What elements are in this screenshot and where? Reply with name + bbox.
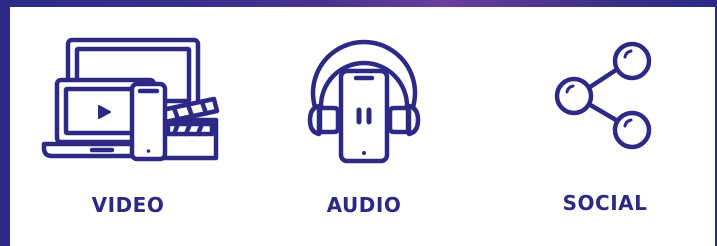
feature-audio: AUDIO (264, 30, 464, 230)
headphones-phone-icon (307, 39, 421, 164)
left-border-band (0, 0, 10, 246)
video-devices-icon (41, 37, 220, 162)
feature-video: VIDEO (28, 30, 228, 230)
feature-social: SOCIAL (505, 30, 705, 230)
feature-label-social: SOCIAL (562, 191, 648, 215)
feature-label-video: VIDEO (91, 193, 165, 217)
feature-label-audio: AUDIO (326, 193, 402, 217)
top-gradient-band (0, 0, 717, 7)
share-icon (554, 41, 652, 150)
